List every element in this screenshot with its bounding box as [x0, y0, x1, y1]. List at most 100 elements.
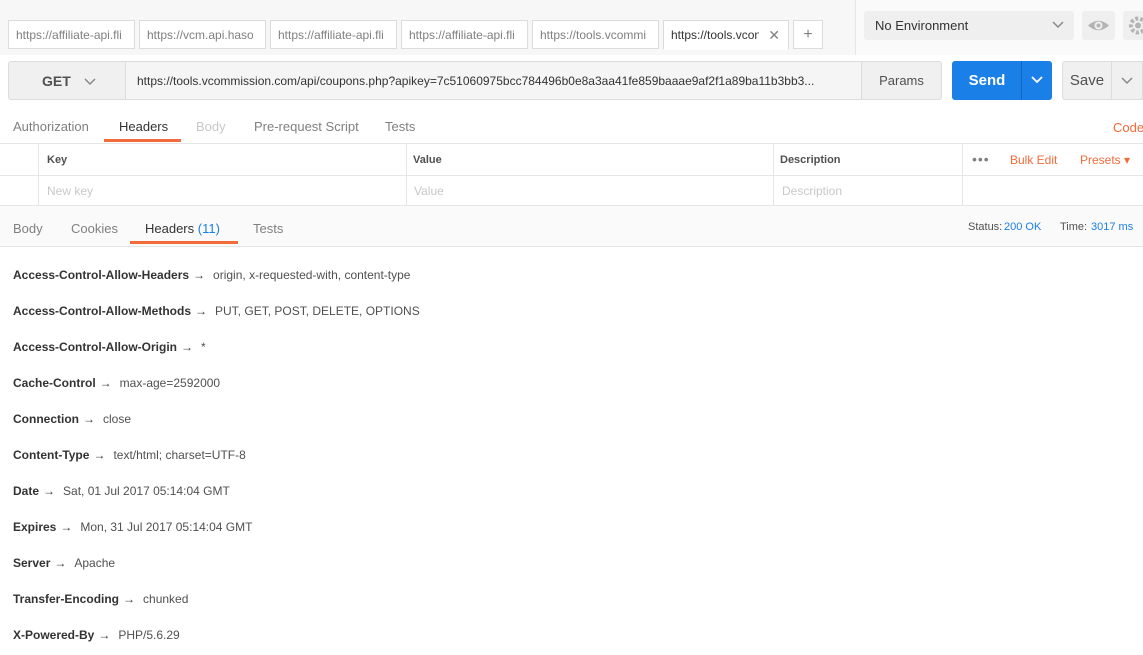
time-label: Time:	[1060, 221, 1088, 233]
new-description-input[interactable]: Description	[782, 184, 842, 198]
response-header-row: Connection → close	[13, 412, 131, 428]
response-tab-cookies[interactable]: Cookies	[71, 221, 118, 236]
response-header-value: chunked	[143, 592, 189, 606]
request-tab-strip: https://affiliate-api.flipk https://vcm.…	[0, 0, 856, 55]
request-tab-label: https://vcm.api.hasoffe	[147, 28, 254, 42]
response-tab-tests[interactable]: Tests	[253, 221, 283, 236]
response-header-key: Content-Type	[13, 448, 90, 462]
arrow-icon: →	[123, 592, 136, 606]
response-header-row: Date → Sat, 01 Jul 2017 05:14:04 GMT	[13, 484, 230, 500]
new-value-input[interactable]: Value	[414, 184, 444, 198]
column-header-description: Description	[780, 154, 841, 166]
arrow-icon: →	[195, 304, 208, 318]
request-tab[interactable]: https://affiliate-api.flipk	[401, 20, 528, 49]
request-tab-label: https://tools.vcon	[671, 28, 759, 42]
send-options-button[interactable]	[1021, 61, 1052, 100]
response-tab-headers[interactable]: Headers (11)	[145, 221, 220, 236]
environment-quick-look-button[interactable]	[1082, 11, 1115, 40]
request-tab-label: https://affiliate-api.flipk	[278, 28, 384, 42]
arrow-icon: →	[54, 556, 67, 570]
response-header-row: Transfer-Encoding → chunked	[13, 592, 188, 608]
response-header-value: PHP/5.6.29	[118, 628, 180, 642]
arrow-icon: →	[193, 268, 206, 282]
arrow-icon: →	[83, 412, 95, 426]
response-header-value: origin, x-requested-with, content-type	[213, 268, 411, 282]
more-options-icon[interactable]: •••	[972, 151, 990, 167]
request-tab[interactable]: https://vcm.api.hasoffe	[139, 20, 266, 49]
new-tab-button[interactable]: +	[793, 20, 823, 49]
response-header-key: Access-Control-Allow-Methods	[13, 304, 192, 318]
column-header-key: Key	[47, 154, 68, 166]
response-header-row: Access-Control-Allow-Methods → PUT, GET, P…	[13, 304, 420, 320]
arrow-icon: →	[60, 520, 73, 534]
response-header-key: Expires	[13, 520, 57, 534]
response-header-value: Apache	[74, 556, 116, 570]
response-header-key: Date	[13, 484, 40, 498]
close-icon[interactable]: ✕	[768, 21, 780, 49]
generate-code-link[interactable]: Code	[1113, 120, 1143, 135]
chevron-down-icon	[1052, 11, 1064, 40]
response-header-value: PUT, GET, POST, DELETE, OPTIONS	[215, 304, 420, 318]
method-select[interactable]: GET	[8, 61, 126, 100]
response-header-row: X-Powered-By → PHP/5.6.29	[13, 628, 180, 644]
tab-pre-request-script[interactable]: Pre-request Script	[254, 119, 359, 134]
response-header-value: close	[103, 412, 132, 426]
tab-headers[interactable]: Headers	[119, 119, 168, 134]
tab-tests[interactable]: Tests	[385, 119, 415, 134]
response-header-key: Access-Control-Allow-Origin	[13, 340, 178, 354]
response-header-value: *	[201, 340, 206, 354]
response-header-row: Expires → Mon, 31 Jul 2017 05:14:04 GMT	[13, 520, 252, 536]
chevron-down-icon	[1121, 74, 1133, 88]
request-headers-table: Key Value Description ••• Bulk Edit Pres…	[0, 143, 1143, 206]
arrow-icon: →	[43, 484, 56, 498]
row-divider	[0, 175, 1143, 176]
request-tab-label: https://tools.vcommiss	[540, 28, 647, 42]
method-value: GET	[42, 73, 71, 89]
gear-icon	[1123, 16, 1143, 43]
response-header-row: Content-Type → text/html; charset=UTF-8	[13, 448, 246, 464]
response-header-value: max-age=2592000	[119, 376, 221, 390]
presets-dropdown[interactable]: Presets ▾	[1080, 153, 1130, 167]
response-header-key: Server	[13, 556, 51, 570]
arrow-icon: →	[99, 376, 112, 390]
request-tab-label: https://affiliate-api.flipk	[409, 28, 515, 42]
request-tab[interactable]: https://affiliate-api.flipk	[8, 20, 135, 49]
response-header-key: Cache-Control	[13, 376, 96, 390]
request-tab-label: https://affiliate-api.flipk	[16, 28, 122, 42]
arrow-icon: →	[181, 340, 194, 354]
response-header-row: Cache-Control → max-age=2592000	[13, 376, 220, 392]
eye-icon	[1082, 20, 1115, 43]
response-header-key: X-Powered-By	[13, 628, 95, 642]
response-tab-body[interactable]: Body	[13, 221, 43, 236]
column-header-value: Value	[413, 154, 442, 166]
environment-select[interactable]: No Environment	[864, 11, 1074, 40]
send-button[interactable]: Send	[952, 61, 1022, 100]
active-tab-indicator	[104, 139, 181, 142]
time-value[interactable]: 3017 ms	[1091, 221, 1133, 233]
tab-authorization[interactable]: Authorization	[13, 119, 89, 134]
response-header-key: Transfer-Encoding	[13, 592, 120, 606]
status-label: Status:	[968, 221, 1003, 233]
response-header-row: Server → Apache	[13, 556, 115, 572]
request-tab-active[interactable]: https://tools.vcon ✕	[663, 20, 789, 50]
response-header-row: Access-Control-Allow-Origin → *	[13, 340, 206, 356]
request-tab[interactable]: https://affiliate-api.flipk	[270, 20, 397, 49]
chevron-down-icon	[84, 62, 96, 100]
manage-environments-button[interactable]	[1123, 11, 1143, 40]
header-row-checkbox[interactable]	[0, 176, 38, 206]
response-header-value: Sat, 01 Jul 2017 05:14:04 GMT	[63, 484, 230, 498]
request-tab[interactable]: https://tools.vcommiss	[532, 20, 659, 49]
chevron-down-icon	[1031, 73, 1043, 87]
status-value[interactable]: 200 OK	[1004, 221, 1041, 233]
save-button[interactable]: Save	[1062, 61, 1112, 100]
response-tab-headers-label: Headers	[145, 221, 195, 236]
response-header-key: Access-Control-Allow-Headers	[13, 268, 190, 282]
url-input[interactable]: https://tools.vcommission.com/api/coupon…	[125, 61, 862, 100]
top-bar: https://affiliate-api.flipk https://vcm.…	[0, 0, 1143, 55]
params-button[interactable]: Params	[861, 61, 942, 100]
tab-body[interactable]: Body	[196, 119, 226, 134]
new-key-input[interactable]: New key	[47, 184, 93, 198]
bulk-edit-link[interactable]: Bulk Edit	[1010, 153, 1057, 167]
response-header-key: Connection	[13, 412, 79, 426]
save-options-button[interactable]	[1111, 61, 1143, 100]
